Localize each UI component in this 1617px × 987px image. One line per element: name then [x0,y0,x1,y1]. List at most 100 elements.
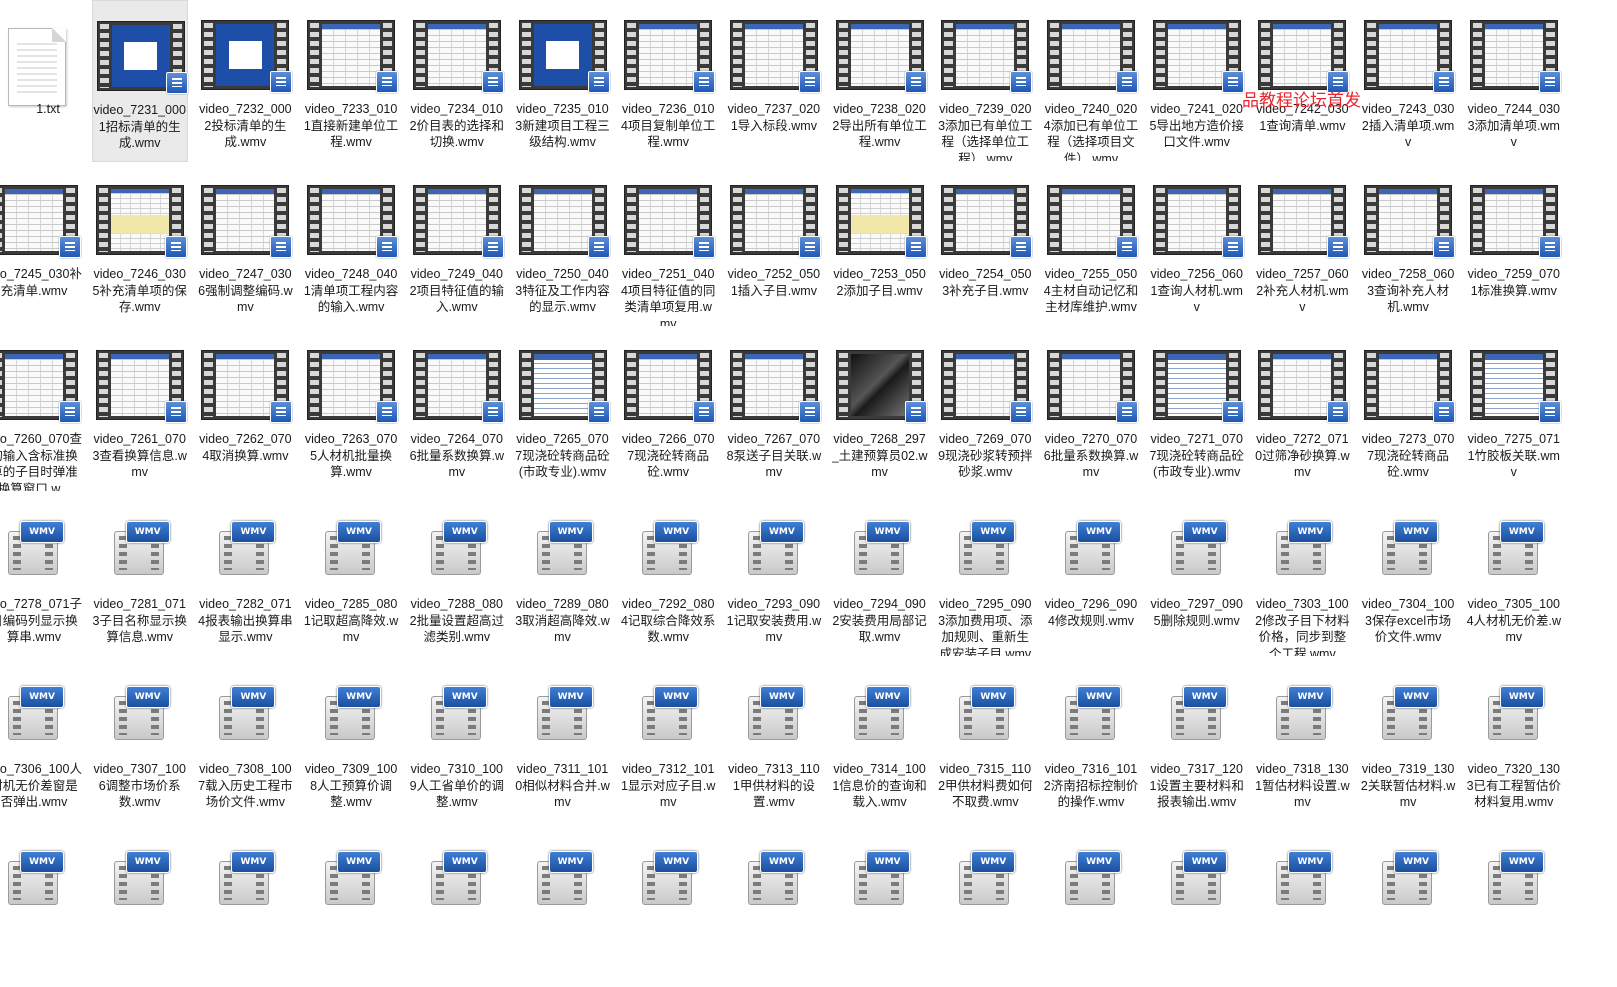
file-item[interactable]: WMV video_7312_1011显示对应子目.wmv [620,660,716,822]
file-item[interactable]: video_7268_297_土建预算员02.wmv [832,330,928,492]
file-item[interactable]: WMV [409,825,505,987]
file-item[interactable]: video_7263_0705人材机批量换算.wmv [303,330,399,492]
wmv-tag-icon: WMV [1182,686,1227,708]
video-frame-preview [533,354,592,416]
file-item[interactable]: video_7243_0302插入清单项.wmv [1360,0,1456,162]
file-item[interactable]: video_7234_0102价目表的选择和切换.wmv [409,0,505,162]
file-item[interactable]: video_7238_0202导出所有单位工程.wmv [832,0,928,162]
file-item[interactable]: WMV video_7313_1101甲供材料的设置.wmv [726,660,822,822]
file-item[interactable]: video_7272_0710过筛净砂换算.wmv [1254,330,1350,492]
file-item[interactable]: video_7247_0306强制调整编码.wmv [197,165,293,327]
file-item[interactable]: video_7246_0305补充清单项的保存.wmv [92,165,188,327]
file-item[interactable]: WMV video_7320_1303已有工程暂估价材料复用.wmv [1466,660,1562,822]
file-item[interactable]: video_7240_0204添加已有单位工程（选择项目文件）.wmv [1043,0,1139,162]
file-item[interactable]: WMV video_7304_1003保存excel市场价文件.wmv [1360,495,1456,657]
file-item[interactable]: video_7253_0502添加子目.wmv [832,165,928,327]
file-item[interactable]: WMV [92,825,188,987]
file-item[interactable]: WMV [1254,825,1350,987]
file-item[interactable]: WMV deo_7306_100人材机无价差窗是否弹出.wmv [0,660,82,822]
file-item[interactable]: WMV video_7281_0713子目名称显示换算信息.wmv [92,495,188,657]
file-item[interactable]: WMV [937,825,1033,987]
file-item[interactable]: video_7236_0104项目复制单位工程.wmv [620,0,716,162]
file-item[interactable]: video_7256_0601查询人材机.wmv [1149,165,1245,327]
file-item[interactable]: WMV [1360,825,1456,987]
file-item[interactable]: video_7244_0303添加清单项.wmv [1466,0,1562,162]
file-item[interactable]: WMV [0,825,82,987]
file-item[interactable]: WMV [197,825,293,987]
file-item[interactable]: WMV [1043,825,1139,987]
file-item[interactable]: WMV video_7294_0902安装费用局部记取.wmv [832,495,928,657]
file-item[interactable]: WMV video_7308_1007载入历史工程市场价文件.wmv [197,660,293,822]
media-player-icon [1221,236,1244,258]
file-item[interactable]: WMV [620,825,716,987]
file-item[interactable]: WMV video_7315_1102甲供材料费如何不取费.wmv [937,660,1033,822]
file-item[interactable]: video_7258_0603查询补充人材机.wmv [1360,165,1456,327]
media-player-icon [587,236,610,258]
file-item[interactable]: WMV video_7289_0803取消超高降效.wmv [515,495,611,657]
file-item[interactable]: video_7232_0002投标清单的生成.wmv [197,0,293,162]
file-item[interactable]: WMV [303,825,399,987]
file-item[interactable]: WMV video_7296_0904修改规则.wmv [1043,495,1139,657]
file-item[interactable]: video_7252_0501插入子目.wmv [726,165,822,327]
file-item[interactable]: video_7275_0711竹胶板关联.wmv [1466,330,1562,492]
file-item[interactable]: WMV video_7303_1002修改子目下材料价格，同步到整个工程.wmv [1254,495,1350,657]
file-item[interactable]: video_7251_0404项目特征值的同类清单项复用.wmv [620,165,716,327]
file-item[interactable]: WMV video_7319_1302关联暂估材料.wmv [1360,660,1456,822]
file-item[interactable]: WMV video_7288_0802批量设置超高过滤类别.wmv [409,495,505,657]
file-item[interactable]: WMV video_7309_1008人工预算价调整.wmv [303,660,399,822]
file-item[interactable]: video_7273_0707现浇砼转商品砼.wmv [1360,330,1456,492]
file-item[interactable]: video_7248_0401清单项工程内容的输入.wmv [303,165,399,327]
file-item[interactable]: video_7239_0203添加已有单位工程（选择单位工程）.wmv [937,0,1033,162]
wmv-tag-icon: WMV [125,851,170,873]
file-item[interactable]: WMV [515,825,611,987]
file-item[interactable]: deo_7245_030补充清单.wmv [0,165,82,327]
file-item[interactable]: WMV video_7317_1201设置主要材料和报表输出.wmv [1149,660,1245,822]
file-item[interactable]: video_7261_0703查看换算信息.wmv [92,330,188,492]
file-item[interactable]: WMV video_7305_1004人材机无价差.wmv [1466,495,1562,657]
file-item[interactable]: video_7266_0707现浇砼转商品砼.wmv [620,330,716,492]
file-item[interactable]: WMV video_7293_0901记取安装费用.wmv [726,495,822,657]
wmv-file-icon: WMV [941,680,1029,752]
file-item[interactable]: WMV video_7310_1009人工省单价的调整.wmv [409,660,505,822]
file-item[interactable]: video_7267_0708泵送子目关联.wmv [726,330,822,492]
wmv-file-icon: WMV [941,845,1029,917]
file-item[interactable]: video_7265_0707现浇砼转商品砼(市政专业).wmv [515,330,611,492]
video-file-icon: WMV [1167,849,1229,911]
file-item[interactable]: WMV video_7307_1006调整市场价系数.wmv [92,660,188,822]
file-item[interactable]: video_7255_0504主材自动记忆和主材库维护.wmv [1043,165,1139,327]
file-item[interactable]: video_7269_0709现浇砂浆转预拌砂浆.wmv [937,330,1033,492]
file-item[interactable]: video_7241_0205导出地方造价接口文件.wmv [1149,0,1245,162]
file-item[interactable]: WMV video_7314_1001信息价的查询和载入.wmv [832,660,928,822]
file-item[interactable]: video_7259_0701标准换算.wmv [1466,165,1562,327]
file-item[interactable]: video_7250_0403特征及工作内容的显示.wmv [515,165,611,327]
file-item[interactable]: WMV video_7297_0905删除规则.wmv [1149,495,1245,657]
file-item[interactable]: WMV video_7282_0714报表输出换算串显示.wmv [197,495,293,657]
file-item[interactable]: video_7233_0101直接新建单位工程.wmv [303,0,399,162]
file-item[interactable]: video_7249_0402项目特征值的输入.wmv [409,165,505,327]
file-item[interactable]: video_7237_0201导入标段.wmv [726,0,822,162]
file-item[interactable]: video_7264_0706批量系数换算.wmv [409,330,505,492]
file-item[interactable]: video_7254_0503补充子目.wmv [937,165,1033,327]
file-item[interactable]: 1.txt [0,0,96,162]
file-item[interactable]: video_7270_0706批量系数换算.wmv [1043,330,1139,492]
file-item[interactable]: WMV deo_7278_071子目编码列显示换算串.wmv [0,495,82,657]
file-item[interactable]: WMV video_7316_1012济南招标控制价的操作.wmv [1043,660,1139,822]
file-item[interactable]: WMV video_7295_0903添加费用项、添加规则、重新生成安装子目.wm… [937,495,1033,657]
file-item[interactable]: WMV video_7311_1010相似材料合并.wmv [515,660,611,822]
wmv-file-icon: WMV [307,845,395,917]
file-item[interactable]: WMV [726,825,822,987]
file-item[interactable]: WMV [832,825,928,987]
file-item[interactable]: video_7257_0602补充人材机.wmv [1254,165,1350,327]
file-item[interactable]: WMV [1149,825,1245,987]
file-item[interactable]: WMV [1466,825,1562,987]
file-item[interactable]: video_7271_0707现浇砼转商品砼(市政专业).wmv [1149,330,1245,492]
file-item[interactable]: video_7262_0704取消换算.wmv [197,330,293,492]
file-item[interactable]: video_7235_0103新建项目工程三级结构.wmv [515,0,611,162]
file-item[interactable]: WMV video_7292_0804记取综合降效系数.wmv [620,495,716,657]
file-name-label: video_7259_0701标准换算.wmv [1467,267,1561,298]
file-item[interactable]: WMV video_7285_0801记取超高降效.wmv [303,495,399,657]
file-item[interactable]: WMV video_7318_1301暂估材料设置.wmv [1254,660,1350,822]
file-item[interactable]: video_7242_0301查询清单.wmv [1254,0,1350,162]
file-item[interactable]: deo_7260_070查询输入含标准换算的子目时弹准换算窗口.w... [0,330,82,492]
file-item[interactable]: video_7231_0001招标清单的生成.wmv [91,0,188,162]
